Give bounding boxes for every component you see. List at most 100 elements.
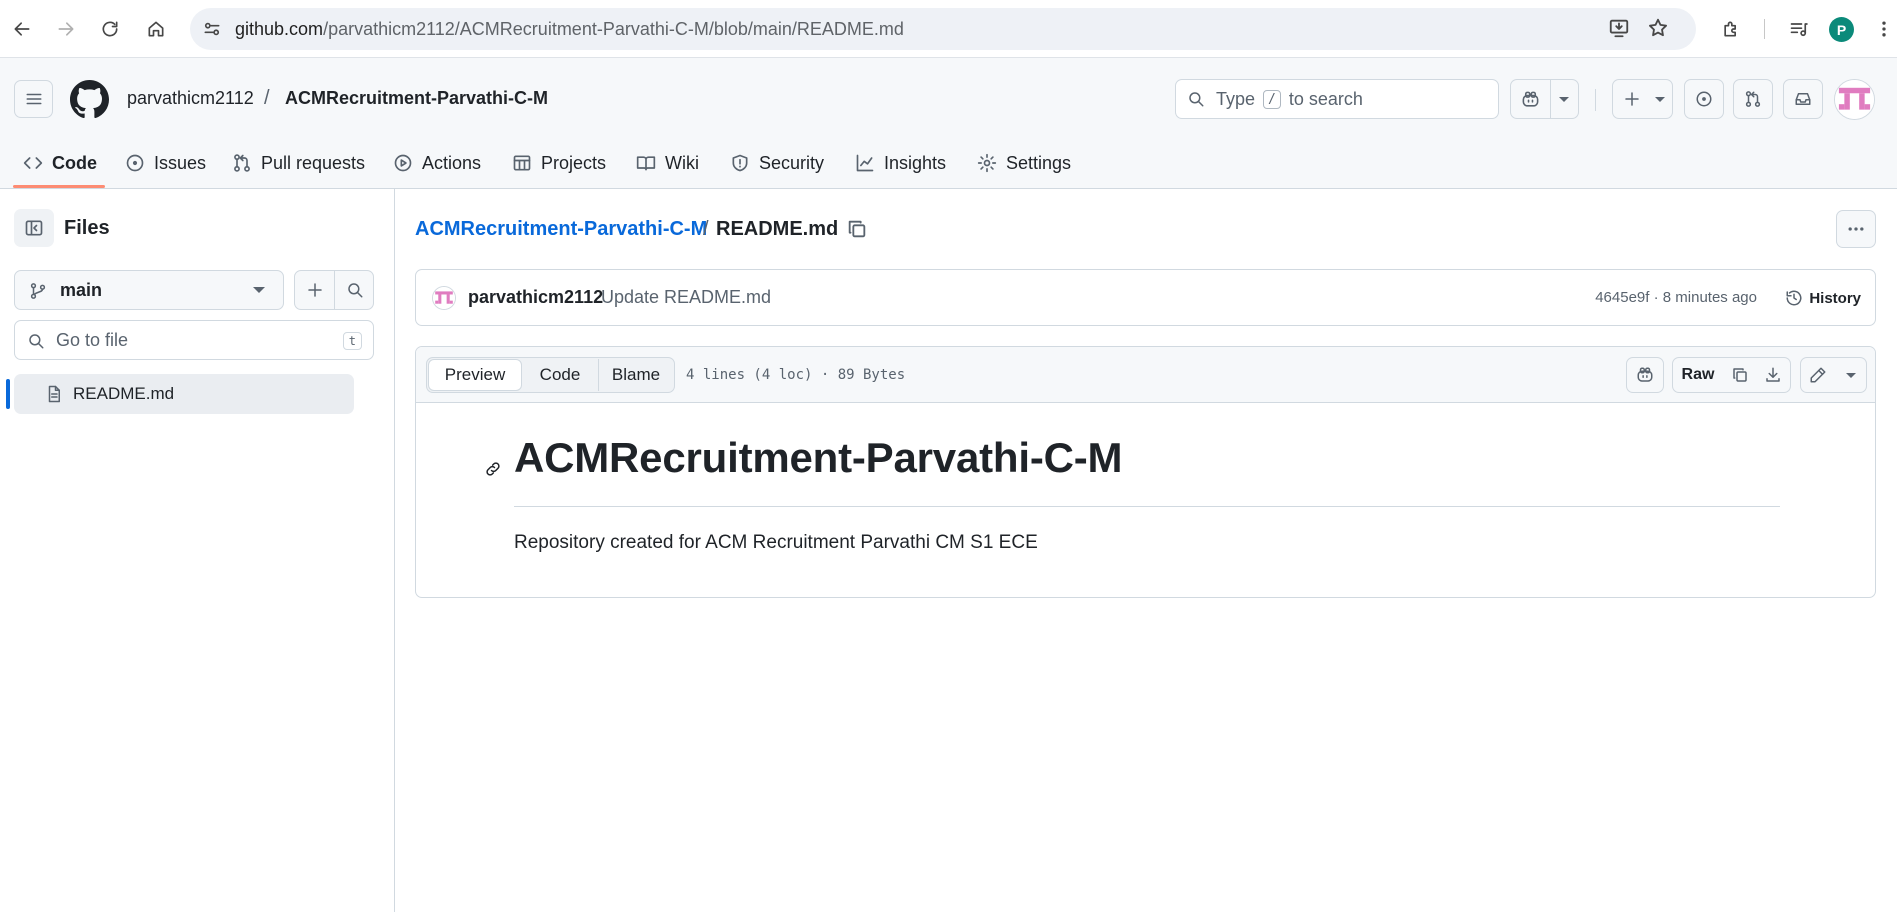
search-placeholder-suffix: to search	[1288, 89, 1363, 109]
more-options-button[interactable]	[1836, 210, 1876, 248]
pull-request-icon	[1744, 90, 1762, 108]
edit-options-button[interactable]	[1835, 357, 1867, 393]
extensions-button[interactable]	[1715, 13, 1747, 45]
media-control-button[interactable]	[1783, 13, 1815, 45]
graph-icon	[855, 153, 875, 173]
commit-author-avatar[interactable]	[432, 286, 456, 310]
tab-security[interactable]: Security	[730, 148, 824, 178]
search-placeholder: Type / to search	[1216, 80, 1363, 118]
github-header: parvathicm2112 / ACMRecruitment-Parvathi…	[0, 58, 1897, 189]
home-icon	[146, 19, 166, 39]
issue-icon	[125, 153, 145, 173]
commit-meta[interactable]: 4645e9f · 8 minutes ago	[1595, 270, 1757, 325]
hamburger-icon	[25, 90, 43, 108]
pull-requests-button[interactable]	[1733, 79, 1773, 119]
owner-link[interactable]: parvathicm2112	[127, 88, 254, 109]
copy-raw-button[interactable]	[1723, 357, 1757, 393]
inbox-icon	[1794, 90, 1812, 108]
search-icon	[346, 281, 364, 299]
file-viewer-header: Preview Code Blame 4 lines (4 loc) · 89 …	[416, 347, 1875, 403]
add-file-button[interactable]	[295, 271, 334, 309]
tab-blame[interactable]: Blame	[598, 359, 673, 391]
search-shortcut-key: /	[1263, 90, 1281, 109]
readme-paragraph: Repository created for ACM Recruitment P…	[514, 532, 1038, 553]
branch-name: main	[60, 280, 103, 300]
browser-toolbar: github.com/parvathicm2112/ACMRecruitment…	[0, 0, 1897, 58]
edit-file-button[interactable]	[1800, 357, 1836, 393]
search-input[interactable]: Type / to search	[1175, 79, 1499, 119]
tab-code[interactable]: Code	[23, 148, 97, 178]
tab-projects-label: Projects	[541, 152, 607, 173]
tab-code-view[interactable]: Code	[522, 359, 598, 391]
home-button[interactable]	[140, 13, 172, 45]
tab-projects[interactable]: Projects	[512, 148, 606, 178]
site-settings-icon[interactable]	[202, 19, 222, 39]
tab-actions-label: Actions	[422, 152, 482, 173]
profile-avatar[interactable]: P	[1829, 17, 1854, 42]
history-button[interactable]: History	[1785, 283, 1861, 313]
heading-divider	[514, 506, 1780, 507]
breadcrumb-file: README.md	[716, 218, 839, 240]
tab-settings[interactable]: Settings	[977, 148, 1071, 178]
tab-security-label: Security	[759, 152, 825, 173]
github-logo[interactable]	[70, 80, 109, 119]
active-tab-indicator	[13, 185, 105, 188]
commit-message[interactable]: Update README.md	[601, 270, 771, 325]
install-app-icon[interactable]	[1608, 17, 1630, 39]
issue-icon	[1695, 90, 1713, 108]
files-title: Files	[64, 217, 110, 239]
copy-path-icon[interactable]	[846, 218, 868, 240]
tab-preview[interactable]: Preview	[428, 359, 522, 391]
tab-actions[interactable]: Actions	[393, 148, 481, 178]
file-info: 4 lines (4 loc) · 89 Bytes	[686, 367, 906, 383]
create-new-button[interactable]	[1612, 79, 1673, 119]
branch-icon	[29, 282, 47, 300]
download-button[interactable]	[1756, 357, 1791, 393]
search-icon	[27, 332, 45, 350]
copilot-button[interactable]	[1510, 79, 1579, 119]
url-path: /parvathicm2112/ACMRecruitment-Parvathi-…	[323, 19, 904, 39]
tab-insights[interactable]: Insights	[855, 148, 946, 178]
go-to-file-shortcut: t	[342, 332, 362, 350]
browser-menu-button[interactable]	[1868, 13, 1897, 45]
copilot-icon	[1636, 366, 1654, 384]
address-bar[interactable]: github.com/parvathicm2112/ACMRecruitment…	[190, 8, 1696, 50]
tab-issues[interactable]: Issues	[125, 148, 206, 178]
file-tree-item[interactable]: README.md	[14, 374, 354, 414]
arrow-left-icon	[12, 19, 32, 39]
tab-pull-requests[interactable]: Pull requests	[232, 148, 365, 178]
go-to-file-input[interactable]: Go to file t	[14, 320, 374, 360]
file-icon	[45, 385, 63, 403]
reload-button[interactable]	[94, 13, 126, 45]
commit-author[interactable]: parvathicm2112	[468, 270, 603, 325]
search-files-button[interactable]	[335, 271, 374, 309]
back-button[interactable]	[6, 13, 38, 45]
breadcrumb-separator: /	[703, 218, 709, 240]
header-divider	[1595, 89, 1596, 111]
issues-button[interactable]	[1684, 79, 1724, 119]
url-text: github.com/parvathicm2112/ACMRecruitment…	[235, 8, 904, 50]
heading-anchor-link-icon[interactable]	[484, 460, 502, 478]
chevron-down-icon[interactable]	[1559, 97, 1569, 102]
playlist-icon	[1789, 19, 1809, 39]
collapse-sidebar-button[interactable]	[14, 209, 54, 247]
forward-button[interactable]	[50, 13, 82, 45]
copilot-divider	[1550, 80, 1551, 118]
raw-button[interactable]: Raw	[1672, 357, 1724, 393]
path-separator: /	[264, 87, 270, 109]
branch-selector[interactable]: main	[14, 270, 284, 310]
tab-wiki-label: Wiki	[665, 152, 699, 173]
ask-copilot-button[interactable]	[1626, 357, 1664, 393]
repo-link[interactable]: ACMRecruitment-Parvathi-C-M	[285, 88, 548, 109]
breadcrumb-repo-link[interactable]: ACMRecruitment-Parvathi-C-M	[415, 218, 707, 241]
inbox-button[interactable]	[1783, 79, 1823, 119]
user-avatar[interactable]	[1834, 79, 1875, 120]
bookmark-star-icon[interactable]	[1647, 17, 1669, 39]
kebab-menu-icon	[1874, 19, 1894, 39]
file-actions-group	[294, 270, 374, 310]
global-menu-button[interactable]	[14, 80, 53, 118]
kebab-horizontal-icon	[1846, 219, 1866, 239]
tab-pull-requests-label: Pull requests	[261, 152, 366, 173]
history-icon	[1785, 289, 1803, 307]
tab-wiki[interactable]: Wiki	[636, 148, 699, 178]
